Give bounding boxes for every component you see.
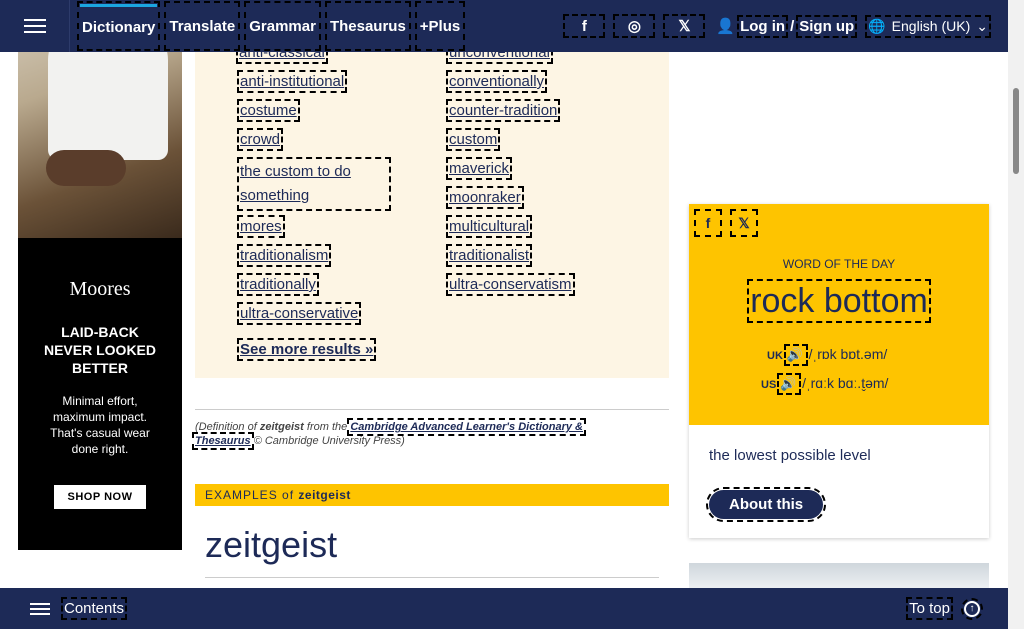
ad-brand-logo: Moores — [69, 278, 131, 300]
related-word-link[interactable]: traditionalist — [445, 244, 533, 267]
related-word-link[interactable]: counter-tradition — [445, 99, 561, 122]
page-scrollbar[interactable] — [1008, 0, 1024, 629]
ad-shop-now-button[interactable]: SHOP NOW — [53, 485, 147, 509]
login-link[interactable]: Log in — [737, 14, 789, 38]
contents-menu-icon[interactable] — [30, 607, 50, 610]
related-word-link[interactable]: the custom to do something — [237, 157, 391, 211]
signup-link[interactable]: Sign up — [796, 14, 858, 38]
related-words-panel: anti-classical unconventional anti-insti… — [195, 30, 669, 378]
instagram-icon[interactable]: ◎ — [613, 14, 656, 38]
related-word-link[interactable]: costume — [237, 99, 300, 122]
definition-source-note: (Definition of zeitgeist from the Cambri… — [192, 418, 586, 450]
language-label: English (UK) — [891, 18, 971, 34]
related-word-link[interactable]: ultra-conservatism — [446, 273, 575, 296]
word-of-the-day-card: f 𝕏 WORD OF THE DAY rock bottom UK 🔊 /ˌr… — [689, 204, 989, 538]
definition-middle: from the — [306, 421, 348, 433]
related-word-link[interactable]: mores — [237, 215, 285, 238]
contents-button[interactable]: Contents — [60, 597, 128, 620]
examples-header: EXAMPLES of zeitgeist — [195, 484, 669, 506]
scrollbar-thumb[interactable] — [1013, 88, 1019, 174]
x-icon[interactable]: 𝕏 — [730, 209, 758, 237]
globe-icon: 🌐 — [868, 17, 886, 34]
wotd-word[interactable]: rock bottom — [747, 279, 931, 323]
x-icon[interactable]: 𝕏 — [663, 14, 706, 38]
example-heading: zeitgeist — [205, 524, 338, 565]
bottom-bar: Contents To top ↑ — [0, 588, 1024, 629]
ad-subtext: Minimal effort, maximum impact. That's c… — [50, 394, 150, 456]
us-pronunciation: US 🔊 /ˌrɑːk bɑː.t̬əm/ — [761, 373, 889, 395]
examples-word: zeitgeist — [298, 488, 351, 502]
us-pron-text: /ˌrɑːk bɑː.t̬əm/ — [802, 375, 889, 391]
top-navigation: Dictionary Translate Grammar Thesaurus +… — [0, 0, 1008, 52]
facebook-icon[interactable]: f — [563, 14, 606, 38]
section-divider — [195, 409, 669, 410]
nav-grammar[interactable]: Grammar — [244, 1, 321, 51]
related-word-link[interactable]: ultra-conservative — [236, 302, 362, 325]
nav-plus[interactable]: +Plus — [414, 1, 466, 51]
about-this-button[interactable]: About this — [705, 487, 827, 522]
login-separator: / — [790, 17, 795, 35]
definition-word: zeitgeist — [259, 421, 304, 433]
related-word-link[interactable]: multicultural — [445, 215, 533, 238]
nav-thesaurus[interactable]: Thesaurus — [324, 1, 411, 51]
wotd-share-buttons: f 𝕏 — [694, 209, 758, 237]
related-word-link[interactable]: traditionally — [237, 273, 319, 296]
related-word-link[interactable]: moonraker — [446, 186, 524, 209]
to-top-button[interactable]: To top — [906, 597, 953, 620]
related-word-link[interactable]: crowd — [236, 128, 284, 151]
speaker-icon[interactable]: 🔊 — [783, 344, 808, 366]
speaker-icon[interactable]: 🔊 — [777, 373, 802, 395]
hamburger-icon — [23, 25, 46, 27]
definition-copyright: © Cambridge University Press) — [253, 435, 405, 447]
uk-label: UK — [767, 350, 783, 362]
definition-prefix: Definition of — [198, 421, 257, 433]
related-word-link[interactable]: anti-institutional — [236, 70, 348, 93]
user-icon: 👤 — [716, 18, 736, 35]
examples-of: of — [282, 488, 295, 502]
related-word-link[interactable]: custom — [445, 128, 501, 151]
uk-pron-text: /ˌrɒk bɒt.əm/ — [808, 346, 888, 362]
menu-button[interactable] — [0, 0, 70, 52]
see-more-results-link[interactable]: See more results » — [236, 338, 377, 361]
facebook-icon[interactable]: f — [694, 209, 722, 237]
login-area: 👤 Log in / Sign up — [716, 14, 858, 38]
related-word-link[interactable]: maverick — [445, 157, 513, 180]
wotd-header: f 𝕏 WORD OF THE DAY rock bottom UK 🔊 /ˌr… — [689, 204, 989, 425]
wotd-label: WORD OF THE DAY — [782, 257, 896, 271]
related-word-link[interactable]: conventionally — [445, 70, 548, 93]
arrow-up-icon[interactable]: ↑ — [961, 597, 983, 620]
nav-translate[interactable]: Translate — [164, 1, 241, 51]
wotd-word-link[interactable]: rock bottom — [689, 279, 989, 323]
wotd-definition: the lowest possible level — [709, 447, 871, 464]
nav-dictionary[interactable]: Dictionary — [76, 1, 161, 51]
ad-headline: LAID-BACK NEVER LOOKED BETTER — [43, 324, 156, 376]
us-label: US — [761, 379, 777, 391]
examples-label: EXAMPLES — [205, 488, 278, 502]
example-divider — [205, 577, 659, 578]
chevron-down-icon: ⌄ — [976, 17, 988, 34]
advertisement[interactable]: Moores LAID-BACK NEVER LOOKED BETTER Min… — [18, 0, 182, 550]
related-word-link[interactable]: traditionalism — [236, 244, 332, 267]
uk-pronunciation: UK 🔊 /ˌrɒk bɒt.əm/ — [767, 344, 888, 366]
nav-right-group: f ◎ 𝕏 👤 Log in / Sign up 🌐 English (UK) … — [563, 0, 991, 52]
language-selector[interactable]: 🌐 English (UK) ⌄ — [865, 14, 991, 38]
